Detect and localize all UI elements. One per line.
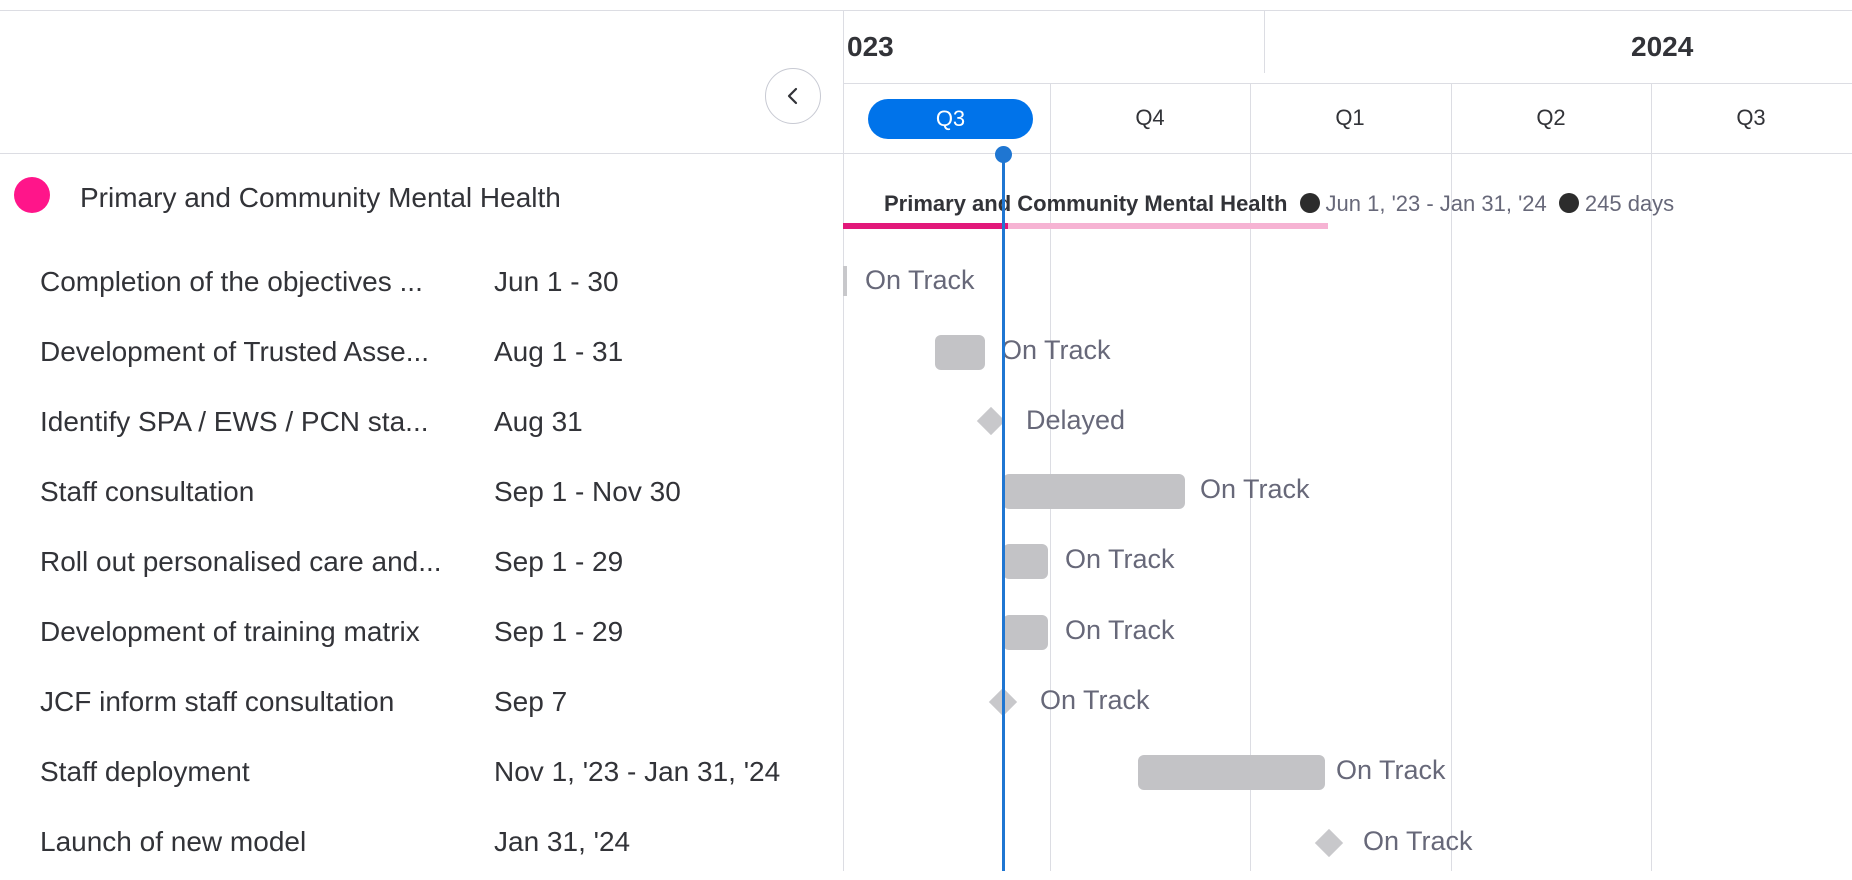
task-row[interactable]: Staff deployment Nov 1, '23 - Jan 31, '24 — [0, 740, 843, 810]
today-marker-line[interactable] — [1002, 153, 1005, 871]
task-name: JCF inform staff consultation — [40, 686, 395, 717]
task-bar[interactable] — [1003, 474, 1185, 509]
task-name: Launch of new model — [40, 826, 307, 857]
collapse-panel-button[interactable] — [765, 68, 821, 124]
task-name: Completion of the objectives ... — [40, 266, 423, 297]
task-status-label: On Track — [1200, 474, 1310, 504]
task-bar[interactable] — [1003, 615, 1048, 650]
task-name: Staff deployment — [40, 756, 250, 787]
task-row[interactable]: Completion of the objectives ... Jun 1 - … — [0, 250, 843, 320]
task-row[interactable]: Launch of new model Jan 31, '24 — [0, 810, 843, 880]
task-row[interactable]: Staff consultation Sep 1 - Nov 30 — [0, 460, 843, 530]
task-status-label: On Track — [1001, 335, 1111, 365]
group-name: Primary and Community Mental Health — [80, 182, 561, 213]
task-status-label: On Track — [1363, 826, 1473, 856]
task-dates: Jan 31, '24 — [494, 826, 631, 857]
group-color-dot — [14, 177, 50, 213]
quarter-q4[interactable]: Q4 — [1050, 105, 1250, 131]
task-status-label: On Track — [865, 265, 975, 295]
task-row[interactable]: JCF inform staff consultation Sep 7 — [0, 670, 843, 740]
task-row[interactable]: Roll out personalised care and... Sep 1 -… — [0, 530, 843, 600]
group-header[interactable]: Primary and Community Mental Health — [0, 170, 843, 220]
task-bar[interactable] — [1138, 755, 1325, 790]
task-bar[interactable] — [843, 266, 847, 296]
task-name: Development of Trusted Asse... — [40, 336, 430, 367]
task-name: Staff consultation — [40, 476, 255, 507]
milestone-diamond[interactable] — [1314, 828, 1344, 858]
task-status-label: On Track — [1065, 544, 1175, 574]
summary-date-range: Jun 1, '23 - Jan 31, '24 — [1325, 191, 1547, 216]
separator-dot — [1558, 193, 1579, 213]
year-label: 2024 — [1631, 31, 1694, 62]
timeline: 023 2024 Q3 Q4 Q1 Q2 Q3 Primary and Comm… — [843, 11, 1852, 871]
task-status-label: On Track — [1040, 685, 1150, 715]
task-dates: Aug 31 — [494, 406, 583, 437]
task-dates: Aug 1 - 31 — [494, 336, 624, 367]
task-dates: Nov 1, '23 - Jan 31, '24 — [494, 756, 781, 787]
task-bar[interactable] — [935, 335, 985, 370]
separator-dot — [1299, 193, 1320, 213]
milestone-diamond[interactable] — [976, 406, 1006, 436]
quarter-q3-current[interactable]: Q3 — [868, 99, 1033, 139]
quarter-q1[interactable]: Q1 — [1250, 105, 1450, 131]
task-name: Roll out personalised care and... — [40, 546, 442, 577]
year-divider-line — [1264, 11, 1265, 73]
quarter-q3[interactable]: Q3 — [1651, 105, 1851, 131]
year-row-divider — [843, 83, 1852, 84]
task-dates: Sep 1 - Nov 30 — [494, 476, 681, 507]
task-dates: Jun 1 - 30 — [494, 266, 619, 297]
task-status-label: On Track — [1065, 615, 1175, 645]
left-panel-header — [0, 11, 843, 154]
task-row[interactable]: Development of Trusted Asse... Aug 1 - 31 — [0, 320, 843, 390]
task-name: Development of training matrix — [40, 616, 420, 647]
task-dates: Sep 7 — [494, 686, 568, 717]
task-status-label: Delayed — [1026, 405, 1126, 435]
task-bar[interactable] — [1003, 544, 1048, 579]
task-name: Identify SPA / EWS / PCN sta... — [40, 406, 429, 437]
task-status-label: On Track — [1336, 755, 1446, 785]
task-row[interactable]: Development of training matrix Sep 1 - 29 — [0, 600, 843, 670]
timeline-left-border — [843, 11, 844, 871]
task-dates: Sep 1 - 29 — [494, 616, 624, 647]
today-marker-handle[interactable] — [995, 146, 1012, 163]
summary-duration: 245 days — [1584, 191, 1675, 216]
year-label: 023 — [847, 31, 894, 62]
summary-group-name: Primary and Community Mental Health — [884, 191, 1288, 216]
quarter-q2[interactable]: Q2 — [1451, 105, 1651, 131]
group-progress-bar-filled — [843, 223, 1008, 229]
task-dates: Sep 1 - 29 — [494, 546, 624, 577]
group-progress-bar-remaining — [1008, 223, 1328, 229]
chevron-left-icon — [787, 87, 798, 105]
task-row[interactable]: Identify SPA / EWS / PCN sta... Aug 31 — [0, 390, 843, 460]
